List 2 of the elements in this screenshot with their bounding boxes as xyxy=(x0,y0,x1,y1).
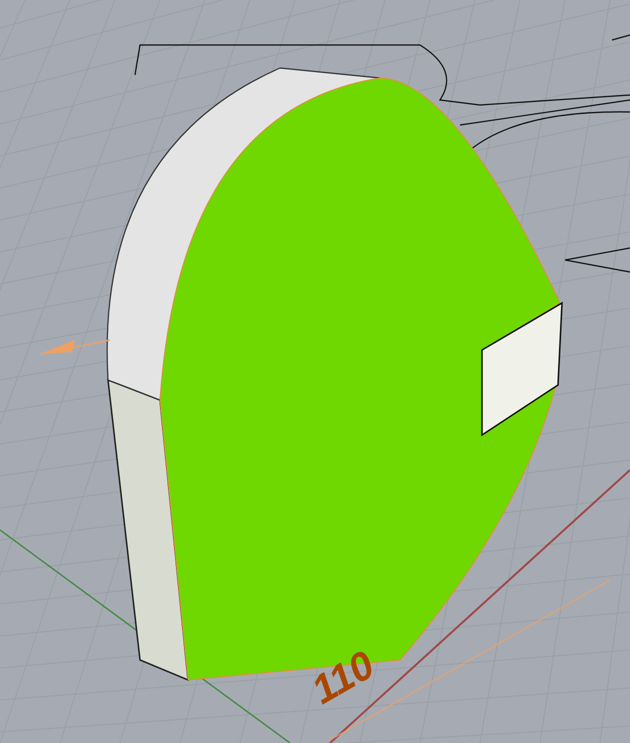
dimension-label: 110 xyxy=(304,642,382,713)
dimension-arrow-icon xyxy=(40,339,110,355)
